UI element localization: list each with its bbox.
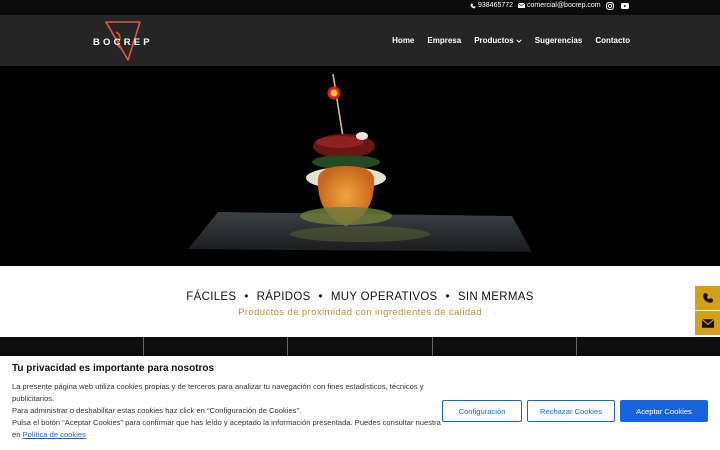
phone-icon (702, 293, 713, 303)
instagram-icon[interactable] (606, 2, 614, 10)
top-email[interactable]: comercial@bocrep.com (518, 2, 601, 9)
tagline-item-rapidos: RÁPIDOS (256, 291, 311, 303)
mail-icon (701, 318, 714, 328)
mail-icon (518, 3, 525, 8)
nav-productos[interactable]: Productos (474, 36, 522, 45)
cookie-text: La presente página web utiliza cookies p… (12, 381, 442, 441)
cookie-banner: Tu privacidad es importante para nosotro… (0, 356, 720, 450)
product-tile[interactable] (431, 337, 576, 357)
youtube-icon[interactable] (621, 3, 629, 9)
side-mail-button[interactable] (695, 311, 720, 335)
bocrep-logo[interactable]: BOCREP (92, 18, 154, 64)
cookie-config-button[interactable]: Configuración (442, 400, 522, 422)
cookie-title: Tu privacidad es importante para nosotro… (12, 363, 215, 374)
product-tile[interactable] (143, 337, 288, 357)
nav-contacto-label: Contacto (595, 36, 630, 45)
tagline-item-sin-mermas: SIN MERMAS (457, 291, 534, 303)
product-tile[interactable] (0, 337, 144, 357)
main-header: BOCREP Home Empresa Productos Sugerencia… (0, 15, 720, 66)
nav-home[interactable]: Home (392, 36, 414, 45)
top-bar: 938465772 comercial@bocrep.com (0, 0, 720, 15)
tagline-separator: • (318, 291, 323, 303)
nav-home-label: Home (392, 36, 415, 45)
hero-banner (0, 66, 720, 266)
nav-empresa-label: Empresa (427, 36, 462, 45)
nav-contacto[interactable]: Contacto (595, 36, 630, 45)
cookie-policy-link[interactable]: Política de cookies (23, 430, 86, 439)
tagline-separator: • (445, 291, 450, 303)
food-photo (188, 73, 532, 252)
nav-sugerencias[interactable]: Sugerencias (535, 36, 583, 45)
nav-empresa[interactable]: Empresa (427, 36, 461, 45)
svg-text:BOCREP: BOCREP (93, 37, 153, 48)
cookie-line-1: La presente página web utiliza cookies p… (12, 382, 424, 403)
cookie-line-3: Pulsa el botón “Aceptar Cookies” para co… (12, 417, 442, 441)
tagline: FÁCILES • RÁPIDOS • MUY OPERATIVOS • SIN MERMA… (0, 291, 720, 303)
top-phone[interactable]: 938465772 (470, 2, 513, 9)
cookie-line-2: Para administrar o deshabilitar estas co… (12, 406, 302, 415)
product-tile[interactable] (575, 337, 720, 357)
product-tile[interactable] (287, 337, 432, 357)
nav-sugerencias-label: Sugerencias (534, 36, 583, 45)
cookie-reject-button[interactable]: Rechazar Cookies (527, 400, 615, 422)
main-nav: Home Empresa Productos Sugerencias Conta… (392, 15, 630, 66)
tagline-separator: • (244, 291, 249, 303)
cookie-accept-button[interactable]: Aceptar Cookies (620, 400, 708, 422)
tagline-item-operativos: MUY OPERATIVOS (330, 291, 438, 303)
tagline-subtitle: Productos de proximidad con ingredientes… (238, 307, 482, 318)
chevron-down-icon (516, 39, 522, 43)
top-email-label: comercial@bocrep.com (527, 2, 601, 9)
tagline-item-faciles: FÁCILES (186, 291, 237, 303)
phone-icon (470, 3, 476, 8)
nav-productos-label: Productos (474, 36, 514, 45)
top-phone-label: 938465772 (478, 2, 514, 9)
product-tiles (0, 337, 720, 357)
side-phone-button[interactable] (695, 286, 720, 310)
